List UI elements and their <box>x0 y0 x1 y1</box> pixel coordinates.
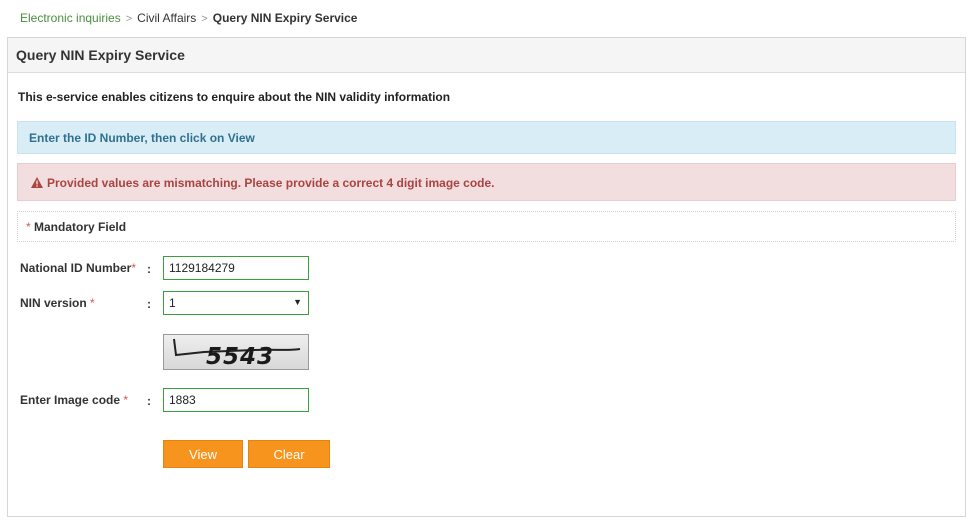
error-alert-text: Provided values are mismatching. Please … <box>47 176 495 190</box>
panel-title: Query NIN Expiry Service <box>8 38 965 73</box>
nin-version-label: NIN version * <box>20 296 95 310</box>
label-colon: : <box>147 394 151 408</box>
required-asterisk: * <box>26 220 31 234</box>
national-id-input[interactable] <box>163 256 309 280</box>
captcha-code-text: 5543 <box>206 344 274 370</box>
label-colon: : <box>147 262 151 276</box>
mandatory-field-note: * Mandatory Field <box>17 211 956 242</box>
national-id-label-text: National ID Number <box>20 261 132 275</box>
view-button[interactable]: View <box>163 440 243 468</box>
image-code-input[interactable] <box>163 388 309 412</box>
required-asterisk: * <box>131 261 137 275</box>
info-alert: Enter the ID Number, then click on View <box>17 121 956 154</box>
breadcrumb: Electronic inquiries > Civil Affairs > Query… <box>20 11 357 25</box>
error-alert: Provided values are mismatching. Please … <box>17 163 956 201</box>
required-asterisk: * <box>123 393 129 407</box>
required-asterisk: * <box>90 296 95 310</box>
warning-icon <box>31 177 43 188</box>
national-id-label: National ID Number* <box>20 261 136 275</box>
mandatory-field-label: Mandatory Field <box>34 220 127 234</box>
nin-version-select[interactable]: 1 ▼ <box>163 291 309 315</box>
captcha-image: 5543 <box>163 334 309 370</box>
label-colon: : <box>147 297 151 311</box>
breadcrumb-current-page: Query NIN Expiry Service <box>212 11 358 25</box>
dropdown-arrow-icon: ▼ <box>293 297 302 307</box>
nin-version-label-text: NIN version <box>20 296 87 310</box>
service-panel: Query NIN Expiry Service This e-service … <box>7 37 966 517</box>
image-code-label-text: Enter Image code <box>20 393 121 407</box>
info-alert-text: Enter the ID Number, then click on View <box>29 131 255 145</box>
nin-version-selected-value: 1 <box>169 296 176 310</box>
breadcrumb-civil-affairs[interactable]: Civil Affairs <box>137 11 196 25</box>
image-code-label: Enter Image code * <box>20 393 128 407</box>
breadcrumb-separator: > <box>125 13 133 25</box>
clear-button[interactable]: Clear <box>248 440 330 468</box>
breadcrumb-separator: > <box>201 13 208 25</box>
service-description: This e-service enables citizens to enqui… <box>18 90 451 104</box>
breadcrumb-electronic-inquiries[interactable]: Electronic inquiries <box>20 11 121 25</box>
